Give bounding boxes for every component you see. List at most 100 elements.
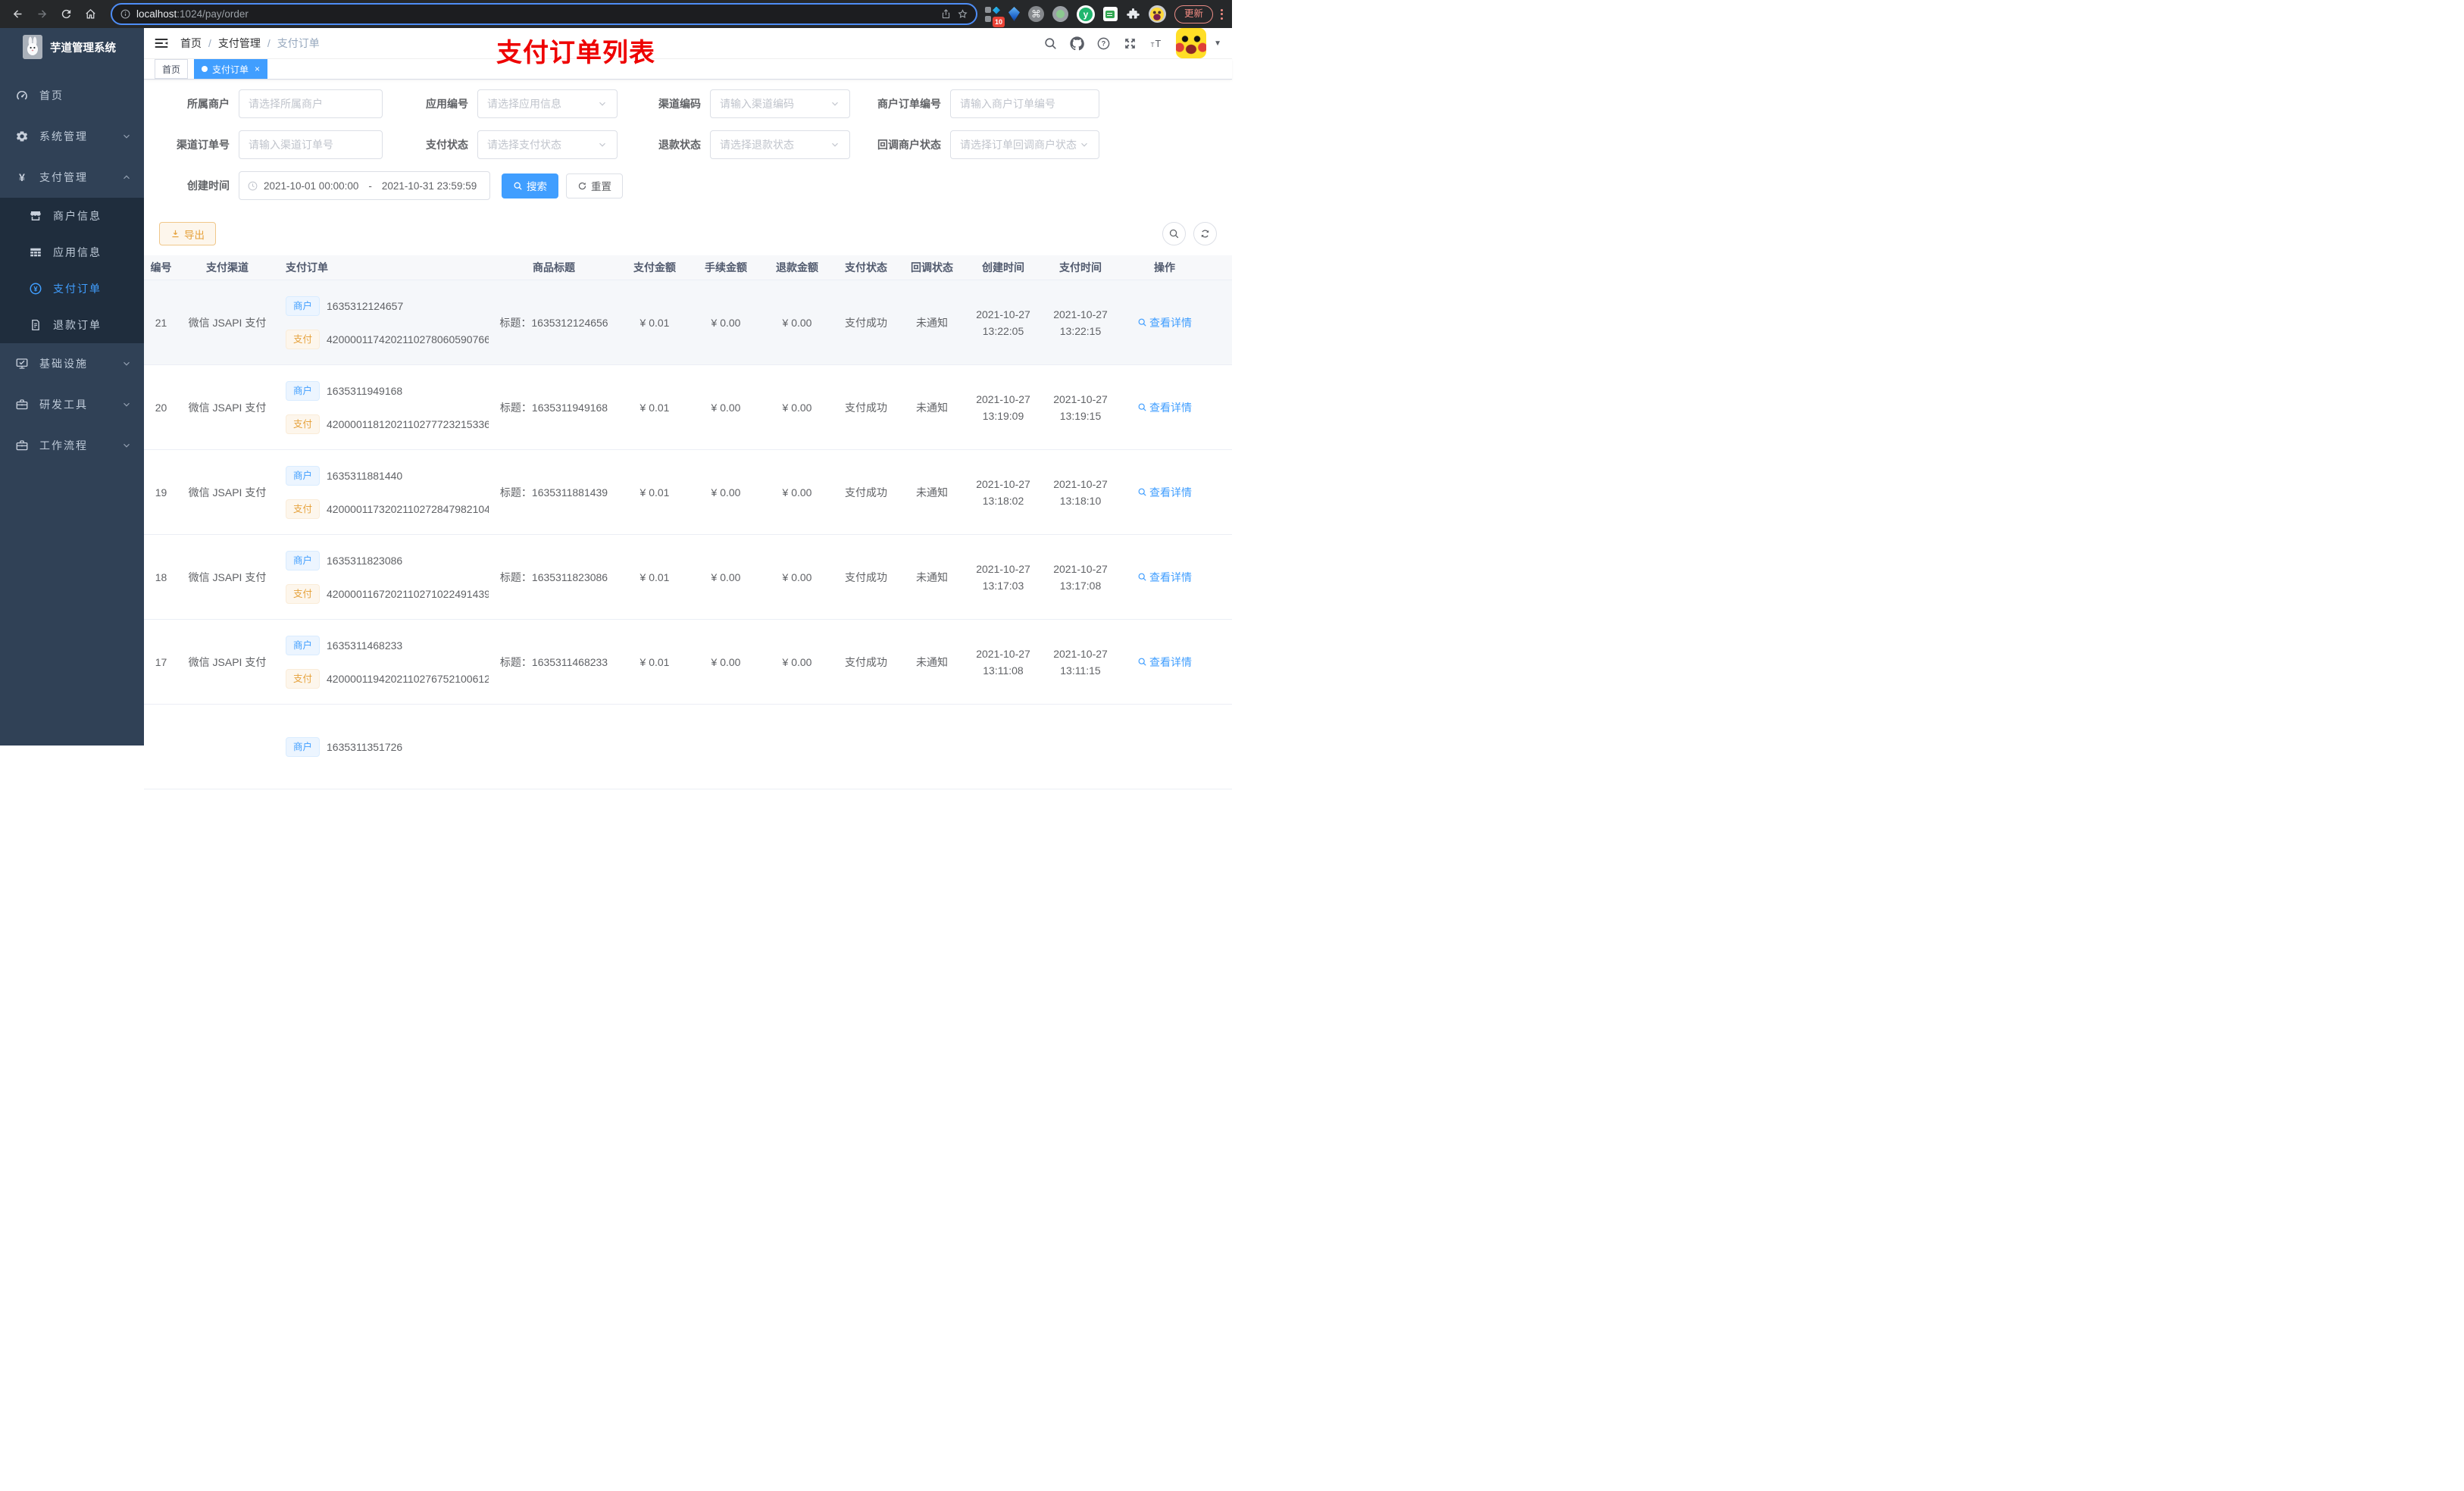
extension-devtools-icon[interactable]: 10 — [984, 6, 1005, 27]
cell-pay_status: 支付成功 — [833, 450, 899, 534]
svg-text:T: T — [1151, 41, 1155, 48]
cell-notify_status: 未通知 — [899, 365, 965, 449]
column-header-action: 操作 — [1154, 261, 1175, 274]
cell-title: 标题：1635311468233 — [499, 655, 608, 668]
cell-refund_amount: ¥ 0.00 — [782, 316, 812, 329]
filter-label: 渠道订单号 — [177, 139, 230, 151]
user-avatar[interactable] — [1176, 28, 1207, 58]
chevron-down-icon — [121, 399, 132, 410]
sidebar-item-pay-order[interactable]: ¥ 支付订单 — [0, 270, 144, 307]
share-icon[interactable] — [940, 8, 952, 20]
cell-pay_amount: ¥ 0.01 — [639, 570, 670, 583]
placeholder-text: 请选择应用信息 — [487, 98, 561, 110]
filter-refund-status-select[interactable]: 请选择退款状态 — [710, 130, 850, 159]
extension-recorder-icon[interactable] — [1052, 6, 1068, 22]
view-detail-link[interactable]: 查看详情 — [1137, 655, 1192, 670]
extension-kite-icon[interactable] — [1008, 7, 1020, 21]
refresh-button[interactable] — [1193, 222, 1217, 245]
view-detail-link[interactable]: 查看详情 — [1137, 570, 1192, 585]
search-icon[interactable] — [1043, 36, 1058, 51]
sidebar-item-infrastructure[interactable]: 基础设施 — [0, 343, 144, 384]
filter-merchant-input[interactable]: 请选择所属商户 — [239, 89, 383, 118]
view-detail-link[interactable]: 查看详情 — [1137, 315, 1192, 330]
show-search-button[interactable] — [1162, 222, 1186, 245]
active-dot-icon — [202, 66, 208, 72]
site-info-icon[interactable] — [120, 8, 131, 20]
filter-channel-code-select[interactable]: 请输入渠道编码 — [710, 89, 850, 118]
sidebar-item-workflow[interactable]: 工作流程 — [0, 425, 144, 466]
home-icon[interactable] — [79, 3, 102, 26]
cell-id — [144, 705, 178, 789]
cell-notify_status: 未通知 — [899, 280, 965, 364]
browser-menu-kebab-icon[interactable] — [1219, 8, 1224, 21]
merchant-no-tag: 商户 — [286, 465, 321, 486]
cell-payorder: 商户 1635311468233 支付 42000011942021102767521… — [277, 620, 489, 704]
monitor-icon — [15, 357, 29, 370]
sidebar-item-merchant-info[interactable]: 商户信息 — [0, 198, 144, 234]
cell-paid: 2021-10-27 13:17:08 — [1053, 562, 1108, 592]
extension-yudao-icon[interactable]: y — [1076, 5, 1095, 23]
tab-pay-order[interactable]: 支付订单 × — [194, 59, 268, 79]
sidebar-item-app-info[interactable]: 应用信息 — [0, 234, 144, 270]
font-size-icon[interactable]: TT — [1149, 36, 1164, 51]
back-icon[interactable] — [6, 3, 29, 26]
column-header-title: 商品标题 — [533, 261, 575, 274]
sidebar-item-dev-tools[interactable]: 研发工具 — [0, 384, 144, 425]
sidebar-item-payment[interactable]: ¥ 支付管理 — [0, 157, 144, 198]
view-detail-link[interactable]: 查看详情 — [1137, 400, 1192, 415]
cell-refund_amount: ¥ 0.00 — [782, 486, 812, 499]
pay-no-tag: 支付 — [286, 668, 321, 689]
pay-status-text: 支付成功 — [845, 401, 887, 414]
reset-button[interactable]: 重置 — [566, 173, 623, 198]
reload-icon[interactable] — [55, 3, 77, 26]
sidebar-item-refund-order[interactable]: 退款订单 — [0, 307, 144, 343]
filter-label: 回调商户状态 — [877, 139, 941, 151]
cell-action — [1119, 705, 1210, 789]
bookmark-star-icon[interactable] — [957, 8, 968, 20]
placeholder-text: 请选择所属商户 — [249, 98, 323, 110]
extensions-puzzle-icon[interactable] — [1126, 7, 1140, 21]
cell-created: 2021-10-27 13:22:05 — [976, 308, 1030, 337]
update-button[interactable]: 更新 — [1174, 5, 1213, 23]
extension-command-icon[interactable]: ⌘ — [1027, 6, 1044, 22]
filter-callback-status-select[interactable]: 请选择订单回调商户状态 — [950, 130, 1099, 159]
filter-pay-status-select[interactable]: 请选择支付状态 — [477, 130, 618, 159]
breadcrumb-item[interactable]: 支付管理 — [218, 36, 261, 51]
close-icon[interactable]: × — [255, 64, 260, 74]
cell-pay_status — [833, 705, 899, 789]
briefcase-icon — [15, 439, 29, 452]
cell-payorder: 商户 1635311823086 支付 42000011672021102710224… — [277, 535, 489, 619]
extension-chat-icon[interactable] — [1102, 7, 1118, 21]
view-detail-link[interactable]: 查看详情 — [1137, 485, 1192, 500]
url-bar[interactable]: localhost:1024/pay/order — [111, 3, 977, 25]
filter-channel-order-no-input[interactable]: 请输入渠道订单号 — [239, 130, 383, 159]
sidebar-item-system[interactable]: 系统管理 — [0, 116, 144, 157]
cell-pay_amount — [619, 705, 690, 789]
search-button[interactable]: 搜索 — [502, 173, 558, 198]
chevron-down-icon — [121, 131, 132, 142]
export-button[interactable]: 导出 — [159, 222, 216, 245]
tab-home[interactable]: 首页 — [155, 59, 189, 79]
filter-merchant-order-no-input[interactable]: 请输入商户订单编号 — [950, 89, 1099, 118]
sidebar-item-label: 工作流程 — [39, 439, 88, 452]
pay-status-text: 支付成功 — [845, 486, 887, 499]
sidebar-item-label: 研发工具 — [39, 399, 88, 411]
app-logo[interactable]: 芋道管理系统 — [0, 28, 144, 66]
cell-action: 查看详情 — [1119, 535, 1210, 619]
github-icon[interactable] — [1070, 36, 1084, 51]
briefcase-icon — [15, 398, 29, 411]
caret-down-icon[interactable]: ▼ — [1214, 39, 1221, 48]
column-header-channel: 支付渠道 — [206, 261, 249, 274]
forward-icon[interactable] — [30, 3, 53, 26]
sidebar-item-label: 退款订单 — [53, 319, 102, 331]
browser-profile-icon[interactable] — [1148, 5, 1166, 23]
filter-app-id-select[interactable]: 请选择应用信息 — [477, 89, 618, 118]
create-time-range-input[interactable]: 2021-10-01 00:00:00 - 2021-10-31 23:59:5… — [239, 171, 490, 200]
fullscreen-icon[interactable] — [1123, 36, 1137, 51]
help-icon[interactable]: ? — [1096, 36, 1111, 51]
cell-created: 2021-10-27 13:17:03 — [976, 562, 1030, 592]
hamburger-icon[interactable] — [153, 35, 170, 52]
cell-notify_status — [899, 705, 965, 789]
sidebar-item-home[interactable]: 首页 — [0, 75, 144, 116]
breadcrumb-item[interactable]: 首页 — [180, 36, 202, 51]
